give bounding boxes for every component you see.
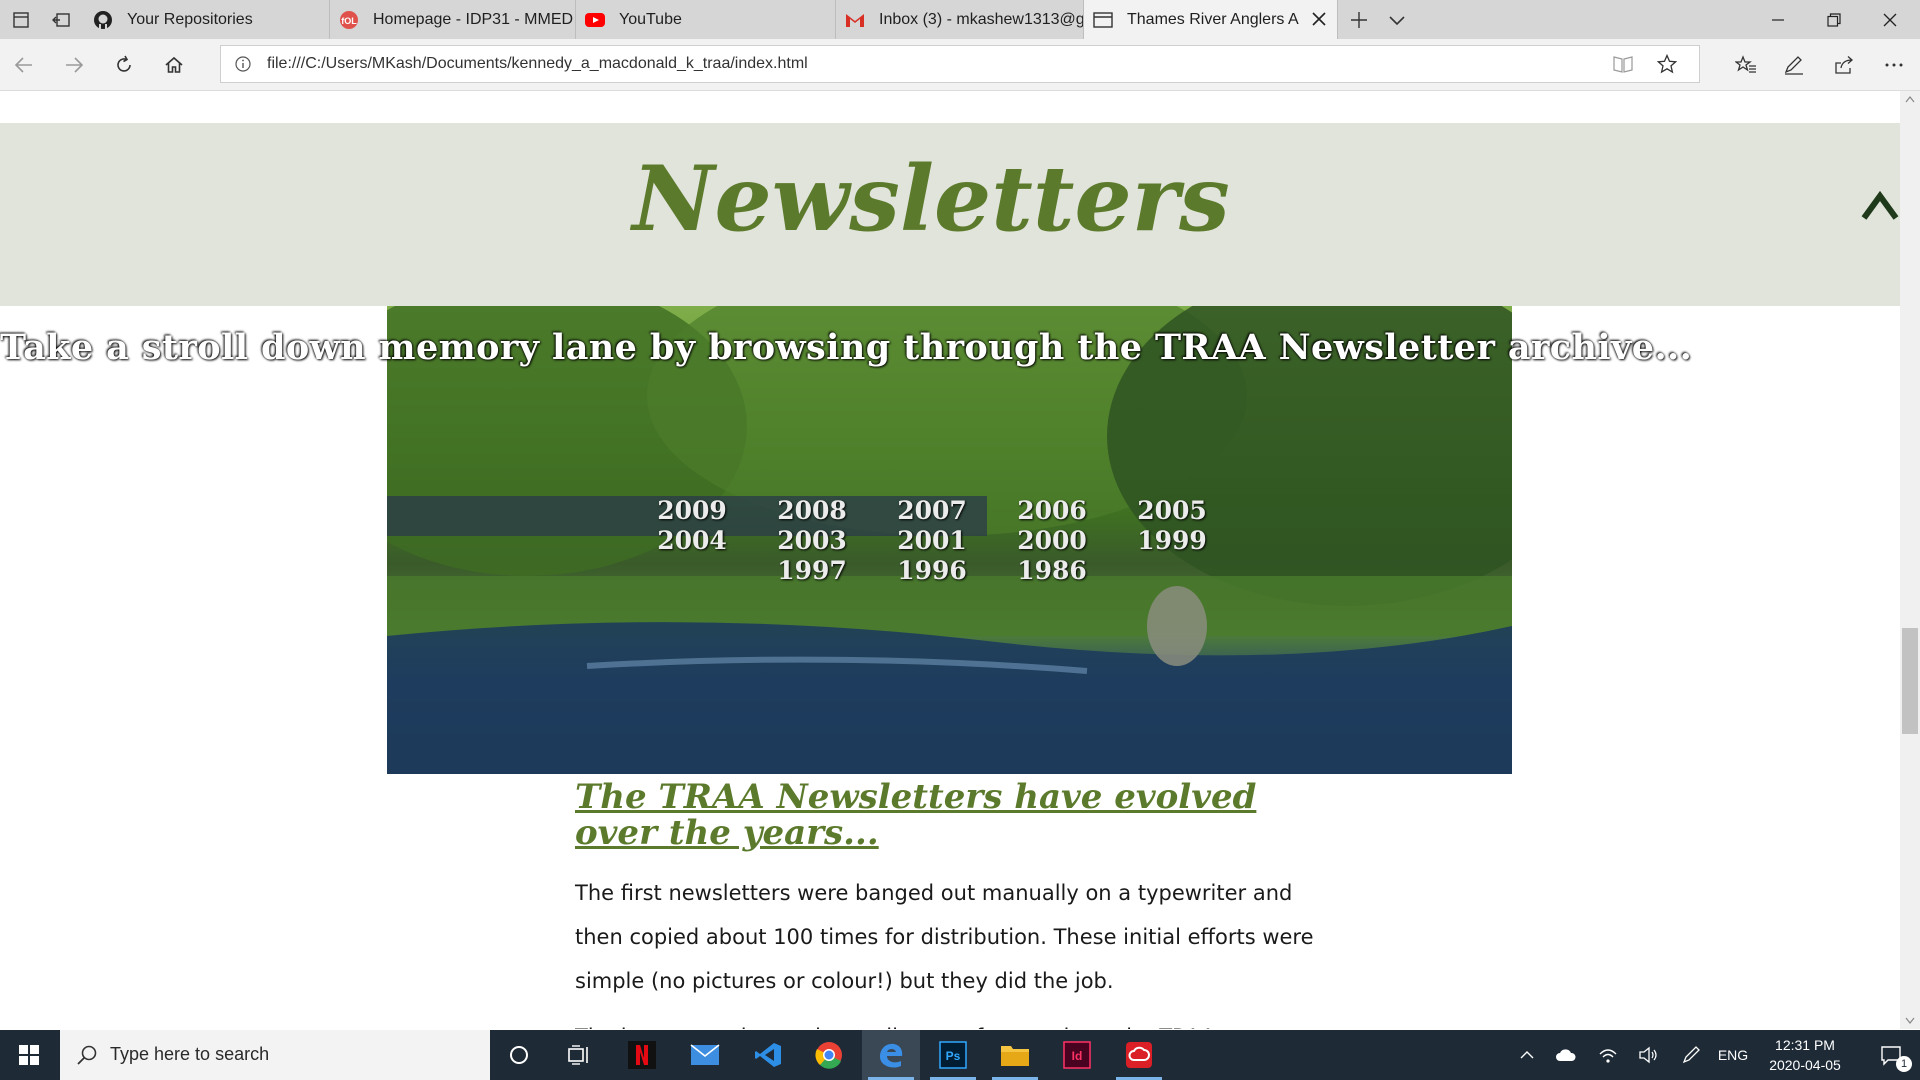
scroll-up-icon[interactable]: [1905, 95, 1915, 103]
tab-preview-chevron-icon[interactable]: [1376, 0, 1418, 39]
file-explorer-icon[interactable]: [986, 1030, 1044, 1080]
chrome-icon[interactable]: [800, 1030, 858, 1080]
pen-workspace-icon[interactable]: [1676, 1030, 1708, 1080]
year-link-2003[interactable]: 2003: [772, 526, 852, 555]
site-info-icon[interactable]: [235, 56, 251, 77]
scroll-to-top-icon[interactable]: [1858, 186, 1902, 226]
year-link-2004[interactable]: 2004: [652, 526, 732, 555]
windows-taskbar: Type here to search Ps Id ENG 12:31 PM 2…: [0, 1030, 1920, 1080]
show-hidden-icons-chevron-icon[interactable]: [1512, 1030, 1542, 1080]
tab-title: Homepage - IDP31 - MMED: [373, 10, 574, 28]
notification-count-badge: 1: [1896, 1056, 1912, 1072]
scroll-down-icon[interactable]: [1905, 1017, 1915, 1025]
year-link-1999[interactable]: 1999: [1132, 526, 1212, 555]
refresh-icon[interactable]: [102, 43, 146, 87]
svg-text:Id: Id: [1072, 1049, 1083, 1063]
tab-homepage-idp31[interactable]: fOL Homepage - IDP31 - MMED: [330, 0, 576, 39]
creative-cloud-icon[interactable]: [1110, 1030, 1168, 1080]
second-paragraph-partial: The latest newsletters have all sorts of…: [575, 1015, 1335, 1029]
volume-icon[interactable]: [1632, 1030, 1664, 1080]
tab-title: Your Repositories: [127, 10, 253, 28]
tab-actions-icon[interactable]: [0, 0, 42, 39]
web-note-pen-icon[interactable]: [1772, 43, 1816, 87]
search-placeholder: Type here to search: [110, 1044, 270, 1064]
browser-toolbar: file:///C:/Users/MKash/Documents/kennedy…: [0, 39, 1920, 91]
notification-center-icon[interactable]: 1: [1866, 1030, 1916, 1080]
language-indicator[interactable]: ENG: [1716, 1030, 1750, 1080]
edge-icon[interactable]: [862, 1030, 920, 1080]
cortana-icon[interactable]: [490, 1030, 548, 1080]
taskbar-clock[interactable]: 12:31 PM 2020-04-05: [1752, 1035, 1858, 1075]
wifi-icon[interactable]: [1592, 1030, 1624, 1080]
year-link-1986[interactable]: 1986: [1012, 556, 1092, 585]
year-link-2009[interactable]: 2009: [652, 496, 732, 525]
vscode-icon[interactable]: [739, 1030, 797, 1080]
web-page: Newsletters 2009 2008 2007 2006 2005 200…: [0, 91, 1920, 1029]
year-link-1996[interactable]: 1996: [892, 556, 972, 585]
favorites-hub-icon[interactable]: [1724, 43, 1768, 87]
set-aside-tabs-icon[interactable]: [40, 0, 82, 39]
favorite-star-icon[interactable]: [1656, 53, 1678, 79]
page-icon: [1092, 9, 1114, 31]
tab-your-repositories[interactable]: Your Repositories: [84, 0, 330, 39]
year-link-2007[interactable]: 2007: [892, 496, 972, 525]
restore-icon[interactable]: [1806, 0, 1862, 39]
gmail-icon: [844, 9, 866, 31]
youtube-icon: [584, 9, 606, 31]
hero-river-image: 2009 2008 2007 2006 2005 2004 2003 2001 …: [387, 306, 1512, 774]
onedrive-icon[interactable]: [1550, 1030, 1582, 1080]
tab-thames-river-anglers[interactable]: Thames River Anglers A: [1084, 0, 1338, 39]
svg-text:fOL: fOL: [341, 16, 357, 26]
close-window-icon[interactable]: [1862, 0, 1918, 39]
task-view-icon[interactable]: [550, 1030, 608, 1080]
indesign-icon[interactable]: Id: [1048, 1030, 1106, 1080]
home-icon[interactable]: [152, 43, 196, 87]
tab-title: YouTube: [619, 10, 682, 28]
section-heading: The TRAA Newsletters have evolved over t…: [575, 777, 1257, 853]
year-link-2006[interactable]: 2006: [1012, 496, 1092, 525]
page-title: Newsletters: [632, 146, 1230, 252]
year-link-2005[interactable]: 2005: [1132, 496, 1212, 525]
windows-start-icon[interactable]: [0, 1030, 58, 1080]
tab-inbox[interactable]: Inbox (3) - mkashew1313@g: [836, 0, 1084, 39]
year-link-2000[interactable]: 2000: [1012, 526, 1092, 555]
svg-text:Ps: Ps: [946, 1049, 961, 1063]
page-scrollbar[interactable]: [1900, 91, 1920, 1029]
fol-icon: fOL: [338, 9, 360, 31]
browser-tab-bar: Your Repositories fOL Homepage - IDP31 -…: [0, 0, 1920, 39]
reading-view-icon[interactable]: [1613, 55, 1633, 78]
tab-title: Thames River Anglers A: [1127, 10, 1299, 28]
more-menu-icon[interactable]: [1872, 43, 1916, 87]
mail-icon[interactable]: [676, 1030, 734, 1080]
clock-date: 2020-04-05: [1769, 1057, 1841, 1073]
url-text: file:///C:/Users/MKash/Documents/kennedy…: [267, 55, 808, 72]
close-tab-icon[interactable]: [1309, 9, 1329, 29]
year-link-1997[interactable]: 1997: [772, 556, 852, 585]
scrollbar-thumb[interactable]: [1902, 628, 1918, 734]
year-link-2001[interactable]: 2001: [892, 526, 972, 555]
search-icon: [76, 1044, 98, 1071]
back-icon[interactable]: [2, 43, 46, 87]
new-tab-icon[interactable]: [1338, 0, 1380, 39]
photoshop-icon[interactable]: Ps: [924, 1030, 982, 1080]
address-bar[interactable]: file:///C:/Users/MKash/Documents/kennedy…: [220, 45, 1700, 83]
github-icon: [92, 9, 114, 31]
minimize-icon[interactable]: [1750, 0, 1806, 39]
forward-icon[interactable]: [52, 43, 96, 87]
clock-time: 12:31 PM: [1775, 1037, 1835, 1053]
taskbar-search-box[interactable]: Type here to search: [60, 1030, 490, 1080]
year-link-2008[interactable]: 2008: [772, 496, 852, 525]
tab-youtube[interactable]: YouTube: [576, 0, 836, 39]
netflix-icon[interactable]: [613, 1030, 671, 1080]
tab-title: Inbox (3) - mkashew1313@g: [879, 10, 1084, 28]
archive-tagline: Take a stroll down memory lane by browsi…: [0, 327, 1693, 368]
share-icon[interactable]: [1822, 43, 1866, 87]
intro-paragraph: The first newsletters were banged out ma…: [575, 881, 1314, 993]
